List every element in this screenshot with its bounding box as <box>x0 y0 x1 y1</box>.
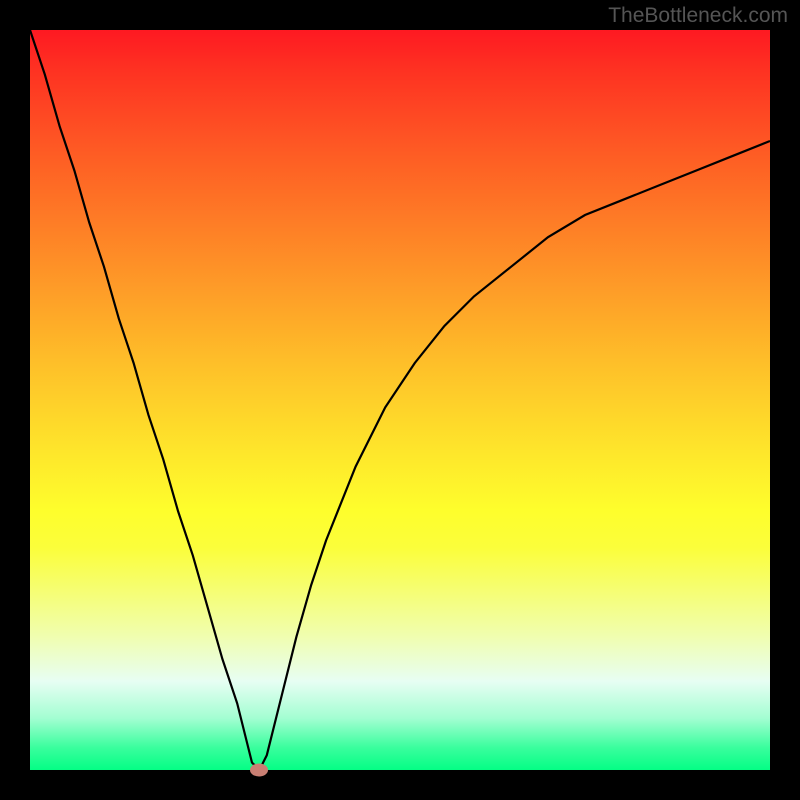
chart-plot-area <box>30 30 770 770</box>
watermark-text: TheBottleneck.com <box>608 4 788 28</box>
bottleneck-curve <box>30 30 770 770</box>
optimum-marker <box>250 764 268 777</box>
chart-svg <box>30 30 770 770</box>
